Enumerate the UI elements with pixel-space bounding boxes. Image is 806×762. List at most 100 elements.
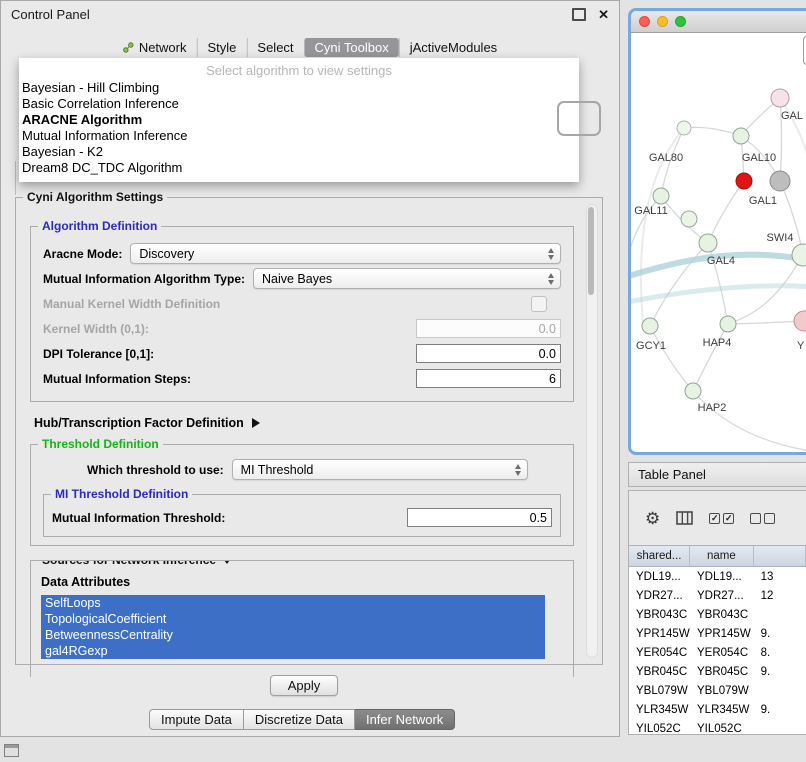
select-all-checkbox-icon[interactable]: ✓✓ <box>709 513 734 524</box>
attribute-list[interactable]: SelfLoopsTopologicalCoefficientBetweenne… <box>41 595 545 659</box>
network-edge[interactable] <box>684 127 741 136</box>
network-node-hap2[interactable] <box>685 383 701 399</box>
table-row[interactable]: YDL19...YDL19...13 <box>629 567 806 586</box>
zoom-traffic-light[interactable] <box>675 16 686 27</box>
table-cell: YPR145W <box>629 628 690 640</box>
bottom-tab-discretize-data[interactable]: Discretize Data <box>244 709 355 730</box>
settings-gear-icon[interactable]: ⚙ <box>645 510 660 527</box>
apply-button[interactable]: Apply <box>270 675 338 696</box>
network-edge[interactable] <box>693 391 806 451</box>
table-cell: 8. <box>754 647 806 659</box>
table-cell: YER054C <box>629 647 690 659</box>
network-node-red[interactable] <box>736 173 752 189</box>
network-edge[interactable] <box>650 326 693 391</box>
hub-definition-label: Hub/Transcription Factor Definition <box>34 416 244 430</box>
algorithm-option-basic-correlation-inference[interactable]: Basic Correlation Inference <box>19 96 579 112</box>
table-header-col3[interactable] <box>754 546 806 566</box>
node-label: GAL <box>781 110 803 122</box>
table-row[interactable]: YBR043CYBR043C <box>629 605 806 624</box>
settings-scrollbar[interactable] <box>586 204 598 658</box>
stepper-arrows-icon <box>515 464 521 476</box>
network-edge[interactable] <box>708 181 744 243</box>
minimize-traffic-light[interactable] <box>657 16 668 27</box>
table-cell: YDR27... <box>629 590 690 602</box>
close-traffic-light[interactable] <box>639 16 650 27</box>
hub-definition-toggle[interactable]: Hub/Transcription Factor Definition <box>34 414 574 432</box>
network-node-gray[interactable] <box>770 171 790 191</box>
mi-type-select[interactable]: Naive Bayes <box>253 268 561 289</box>
table-row[interactable]: YBR045CYBR045C9. <box>629 662 806 681</box>
tab-jactivemodules[interactable]: jActiveModules <box>399 38 507 57</box>
algorithm-dropdown-popup: Select algorithm to view settings Bayesi… <box>19 58 579 182</box>
network-canvas[interactable]: GAL GAL80 GAL10 GAL11 GAL1 SWI4 GAL4 GCY… <box>631 33 806 453</box>
algorithm-option-bayesian-k2[interactable]: Bayesian - K2 <box>19 144 579 160</box>
mi-type-label: Mutual Information Algorithm Type: <box>43 272 245 286</box>
table-row[interactable]: YBL079WYBL079W <box>629 681 806 700</box>
settings-group-title: Cyni Algorithm Settings <box>23 190 167 205</box>
network-node-swi4[interactable] <box>792 244 806 266</box>
attribute-item-betweennesscentrality[interactable]: BetweennessCentrality <box>41 627 545 643</box>
network-node-pink[interactable] <box>771 89 789 107</box>
scrollbar-thumb[interactable] <box>588 207 594 295</box>
table-row[interactable]: YER054CYER054C8. <box>629 643 806 662</box>
algorithm-option-bayesian-hill-climbing[interactable]: Bayesian - Hill Climbing <box>19 80 579 96</box>
close-icon[interactable]: ✕ <box>598 8 609 21</box>
kernel-width-field[interactable] <box>416 319 561 338</box>
mi-steps-field[interactable] <box>416 369 561 388</box>
network-edge[interactable] <box>693 324 728 391</box>
table-row[interactable]: YDR27...YDR27...12 <box>629 586 806 605</box>
column-browser-icon[interactable] <box>676 511 693 525</box>
node-label: GAL11 <box>634 205 667 217</box>
network-node-green[interactable] <box>681 211 697 227</box>
algorithm-option-aracne-algorithm[interactable]: ARACNE Algorithm <box>19 112 579 128</box>
panel-dock-icon[interactable] <box>4 744 19 757</box>
table-row[interactable]: YPR145WYPR145W9. <box>629 624 806 643</box>
tab-cyni-toolbox[interactable]: Cyni Toolbox <box>304 38 399 57</box>
node-label: GAL10 <box>742 152 776 164</box>
network-node-gal10[interactable] <box>733 128 749 144</box>
network-node-hap4[interactable] <box>720 316 736 332</box>
mi-threshold-field[interactable] <box>407 508 552 527</box>
algorithm-option-dream8-dc-tdc-algorithm[interactable]: Dream8 DC_TDC Algorithm <box>19 160 579 176</box>
algorithm-option-mutual-information-inference[interactable]: Mutual Information Inference <box>19 128 579 144</box>
bottom-tab-impute-data[interactable]: Impute Data <box>149 709 244 730</box>
float-window-icon[interactable] <box>572 8 586 21</box>
network-view-window: GAL GAL80 GAL10 GAL11 GAL1 SWI4 GAL4 GCY… <box>628 8 806 455</box>
network-window-titlebar <box>631 11 806 33</box>
network-node-gal11[interactable] <box>653 188 669 204</box>
attribute-item-gal4rgexp[interactable]: gal4RGexp <box>41 643 545 659</box>
tab-style[interactable]: Style <box>197 38 247 57</box>
table-cell: 12 <box>754 590 806 602</box>
sources-group-title[interactable]: Sources for Network Inference <box>38 560 236 568</box>
manual-kernel-checkbox[interactable] <box>531 296 547 312</box>
network-node-pink-right[interactable] <box>794 311 806 331</box>
tab-network[interactable]: Network <box>113 38 197 57</box>
table-cell: 9. <box>754 628 806 640</box>
network-node-gal4[interactable] <box>699 234 717 252</box>
network-edge[interactable] <box>728 321 804 324</box>
attribute-item-selfloops[interactable]: SelfLoops <box>41 595 545 611</box>
network-node-gcy1[interactable] <box>642 318 658 334</box>
deselect-all-checkbox-icon[interactable] <box>750 513 775 524</box>
aracne-mode-label: Aracne Mode: <box>43 247 122 261</box>
manual-kernel-label: Manual Kernel Width Definition <box>43 297 220 311</box>
bottom-tab-infer-network[interactable]: Infer Network <box>355 709 455 730</box>
table-cell: YLR345W <box>690 704 754 716</box>
hidden-button-outline <box>557 101 601 136</box>
dpi-tolerance-field[interactable] <box>416 344 561 363</box>
mi-type-row: Mutual Information Algorithm Type: Naive… <box>43 266 561 291</box>
which-threshold-select[interactable]: MI Threshold <box>232 459 528 480</box>
network-edge[interactable] <box>650 243 708 326</box>
tab-select[interactable]: Select <box>246 38 303 57</box>
table-header-shared[interactable]: shared... <box>629 546 690 566</box>
aracne-mode-select[interactable]: Discovery <box>130 243 561 264</box>
algorithm-option-list: Bayesian - Hill ClimbingBasic Correlatio… <box>19 80 579 176</box>
table-cell: YBR043C <box>690 609 754 621</box>
table-header-name[interactable]: name <box>690 546 754 566</box>
control-panel-tabbar: NetworkStyleSelectCyni ToolboxjActiveMod… <box>113 38 507 57</box>
table-row[interactable]: YIL052CYIL052C <box>629 719 806 735</box>
table-row[interactable]: YLR345WYLR345W9. <box>629 700 806 719</box>
attribute-item-topologicalcoefficient[interactable]: TopologicalCoefficient <box>41 611 545 627</box>
network-node-gal80[interactable] <box>677 121 691 135</box>
node-label: GCY1 <box>636 340 666 352</box>
